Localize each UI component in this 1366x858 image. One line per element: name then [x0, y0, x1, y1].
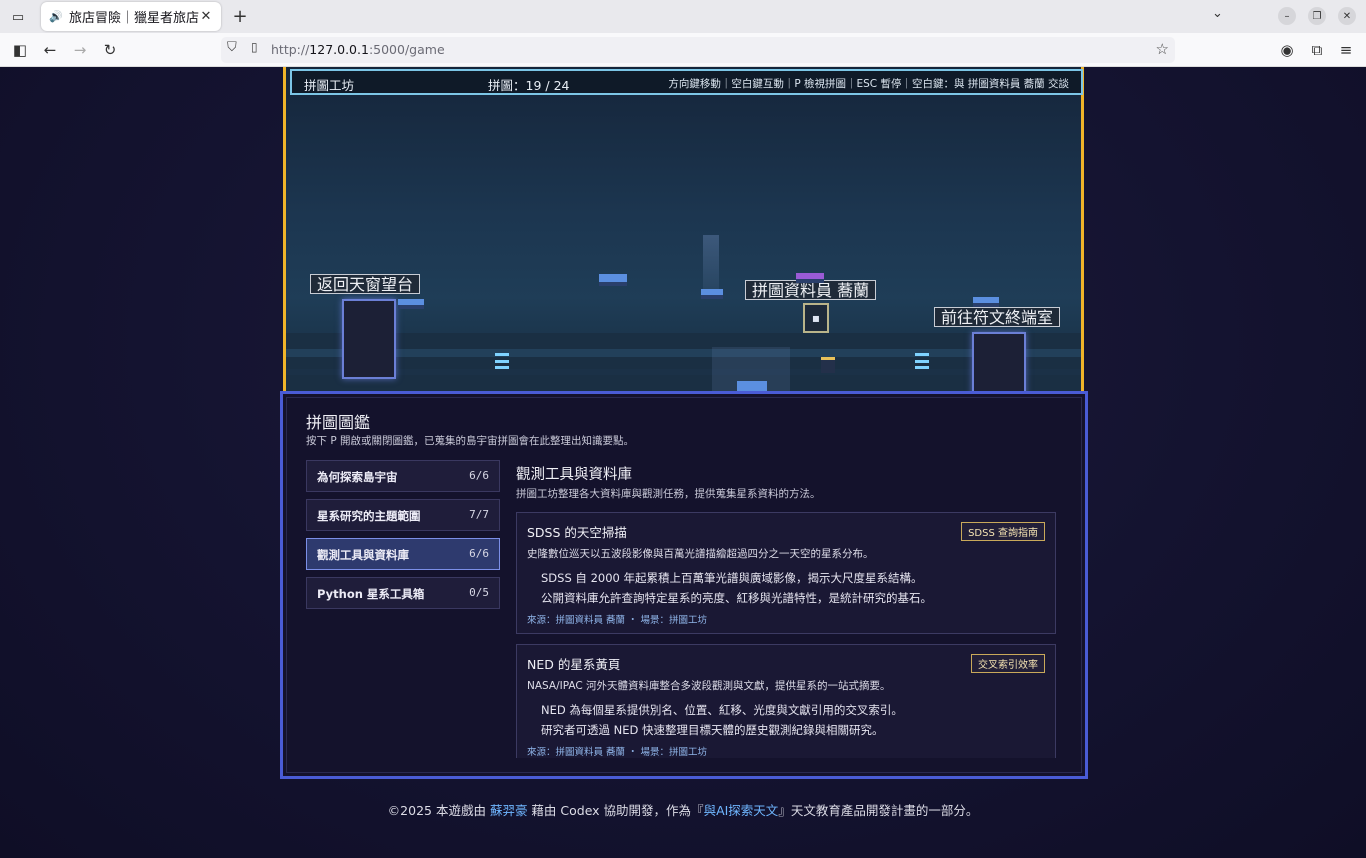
tab-list-icon[interactable]: ▭ — [8, 7, 28, 27]
bookmark-star-icon[interactable]: ☆ — [1156, 40, 1169, 58]
floating-platform — [701, 289, 723, 299]
card-source: 來源：拼圖資料員 蕎蘭 ・ 場景：拼圖工坊 — [527, 747, 708, 758]
lamp-icon — [915, 353, 929, 369]
browser-tab-bar: ▭ 🔊 旅店冒險｜獵星者旅店— ✕ + ⌄ – ❐ ✕ — [0, 0, 1366, 33]
category-count: 0/5 — [469, 586, 489, 599]
sign-npc-name: 拼圖資料員 蕎蘭 — [745, 280, 877, 300]
floating-platform — [599, 274, 627, 286]
card-title: NED 的星系黃頁 — [527, 657, 621, 672]
card-title: SDSS 的天空掃描 — [527, 525, 627, 540]
card-source: 來源：拼圖資料員 蕎蘭 ・ 場景：拼圖工坊 — [527, 615, 708, 626]
page-icon: ▯ — [251, 40, 258, 54]
floor-stripe — [286, 349, 1081, 357]
floating-platform — [973, 297, 999, 307]
floating-platform — [398, 299, 424, 309]
category-python-toolbox[interactable]: Python 星系工具箱 0/5 — [306, 577, 500, 609]
category-count: 7/7 — [469, 508, 489, 521]
card-detail: NED 為每個星系提供別名、位置、紅移、光度與文獻引用的交叉索引。 — [541, 703, 903, 717]
sidebar-icon[interactable]: ◧ — [10, 40, 30, 60]
window-close-icon[interactable]: ✕ — [1338, 7, 1356, 25]
knowledge-card: NED 的星系黃頁 交叉索引效率 NASA/IPAC 河外天體資料庫整合多波段觀… — [516, 644, 1056, 758]
restore-icon[interactable]: ❐ — [1308, 7, 1326, 25]
npc-puzzle-archivist[interactable]: ▪ — [803, 303, 829, 333]
card-detail: 研究者可透過 NED 快速整理目標天體的歷史觀測紀錄與相關研究。 — [541, 723, 884, 737]
card-tag[interactable]: 交叉索引效率 — [971, 654, 1045, 673]
chevron-down-icon[interactable]: ⌄ — [1212, 6, 1223, 21]
reload-icon[interactable]: ↻ — [100, 40, 120, 60]
page-footer: ©2025 本遊戲由 蘇羿豪 藉由 Codex 協助開發，作為『與AI探索天文』… — [0, 800, 1366, 819]
panel-subtitle: 按下 P 開啟或關閉圖鑑，已蒐集的島宇宙拼圖會在此整理出知識要點。 — [306, 435, 635, 447]
player-character — [821, 357, 835, 373]
category-count: 6/6 — [469, 469, 489, 482]
game-hud: 拼圖工坊 拼圖：19 / 24 方向鍵移動｜空白鍵互動｜P 檢視拼圖｜ESC 暫… — [290, 69, 1083, 95]
tab-title: 旅店冒險｜獵星者旅店— — [69, 11, 199, 26]
card-list[interactable]: SDSS 的天空掃描 SDSS 查詢指南 史隆數位巡天以五波段影像與百萬光譜描繪… — [516, 512, 1056, 758]
category-count: 6/6 — [469, 547, 489, 560]
back-icon[interactable]: ← — [40, 40, 60, 60]
category-tools-databases[interactable]: 觀測工具與資料庫 6/6 — [306, 538, 500, 570]
forward-icon[interactable]: → — [70, 40, 90, 60]
knowledge-card: SDSS 的天空掃描 SDSS 查詢指南 史隆數位巡天以五波段影像與百萬光譜描繪… — [516, 512, 1056, 634]
minimize-icon[interactable]: – — [1278, 7, 1296, 25]
browser-tab[interactable]: 🔊 旅店冒險｜獵星者旅店— ✕ — [41, 2, 221, 31]
category-label: Python 星系工具箱 — [317, 587, 425, 601]
footer-text: ©2025 本遊戲由 — [387, 803, 490, 818]
new-tab-icon[interactable]: + — [229, 5, 251, 27]
address-bar[interactable]: ⛉ ▯ http://127.0.0.1:5000/game ☆ — [221, 37, 1175, 63]
footer-text: 藉由 Codex 協助開發，作為『 — [527, 803, 704, 818]
hud-controls-hint: 方向鍵移動｜空白鍵互動｜P 檢視拼圖｜ESC 暫停｜空白鍵：與 拼圖資料員 蕎蘭… — [668, 78, 1069, 90]
extensions-icon[interactable]: ⧉ — [1307, 40, 1327, 60]
url-text[interactable]: http://127.0.0.1:5000/game — [271, 42, 445, 57]
panel-title: 拼圖圖鑑 — [306, 413, 371, 432]
card-summary: 史隆數位巡天以五波段影像與百萬光譜描繪超過四分之一天空的星系分布。 — [527, 548, 874, 560]
card-detail: 公開資料庫允許查詢特定星系的亮度、紅移與光譜特性，是統計研究的基石。 — [541, 591, 932, 605]
browser-nav-bar: ◧ ← → ↻ ⛉ ▯ http://127.0.0.1:5000/game ☆… — [0, 33, 1366, 67]
sign-to-rune-terminal: 前往符文終端室 — [934, 307, 1061, 327]
floating-platform — [737, 381, 767, 395]
floor-layer — [286, 333, 1081, 397]
floating-platform — [796, 273, 824, 283]
speaker-icon[interactable]: 🔊 — [49, 10, 65, 23]
game-canvas[interactable]: 拼圖工坊 拼圖：19 / 24 方向鍵移動｜空白鍵互動｜P 檢視拼圖｜ESC 暫… — [283, 67, 1084, 397]
footer-text: 』天文教育產品開發計畫的一部分。 — [778, 803, 979, 818]
card-detail: SDSS 自 2000 年起累積上百萬筆光譜與廣域影像，揭示大尺度星系結構。 — [541, 571, 923, 585]
door-right[interactable] — [972, 332, 1026, 397]
lamp-icon — [495, 353, 509, 369]
close-tab-icon[interactable]: ✕ — [199, 9, 213, 24]
shield-icon[interactable]: ⛉ — [227, 40, 237, 55]
category-label: 星系研究的主題範圍 — [317, 509, 421, 523]
sign-return-skylight: 返回天窗望台 — [310, 274, 421, 294]
hud-location: 拼圖工坊 — [304, 78, 355, 93]
hud-puzzle-progress: 拼圖：19 / 24 — [488, 78, 570, 93]
author-link[interactable]: 蘇羿豪 — [490, 803, 528, 818]
light-beam — [703, 235, 719, 295]
card-tag[interactable]: SDSS 查詢指南 — [961, 522, 1045, 541]
door-left[interactable] — [342, 299, 396, 379]
category-research-topics[interactable]: 星系研究的主題範圍 7/7 — [306, 499, 500, 531]
section-description: 拼圖工坊整理各大資料庫與觀測任務，提供蒐集星系資料的方法。 — [516, 488, 821, 500]
floor-stripe — [286, 369, 1081, 375]
project-link[interactable]: 與AI探索天文 — [704, 803, 779, 818]
puzzle-encyclopedia-panel: 拼圖圖鑑 按下 P 開啟或關閉圖鑑，已蒐集的島宇宙拼圖會在此整理出知識要點。 為… — [280, 391, 1088, 779]
account-icon[interactable]: ◉ — [1277, 40, 1297, 60]
section-title: 觀測工具與資料庫 — [516, 467, 632, 483]
menu-icon[interactable]: ≡ — [1336, 40, 1356, 60]
card-summary: NASA/IPAC 河外天體資料庫整合多波段觀測與文獻，提供星系的一站式摘要。 — [527, 680, 891, 692]
category-why-explore[interactable]: 為何探索島宇宙 6/6 — [306, 460, 500, 492]
category-label: 為何探索島宇宙 — [317, 470, 398, 484]
category-label: 觀測工具與資料庫 — [317, 548, 409, 562]
